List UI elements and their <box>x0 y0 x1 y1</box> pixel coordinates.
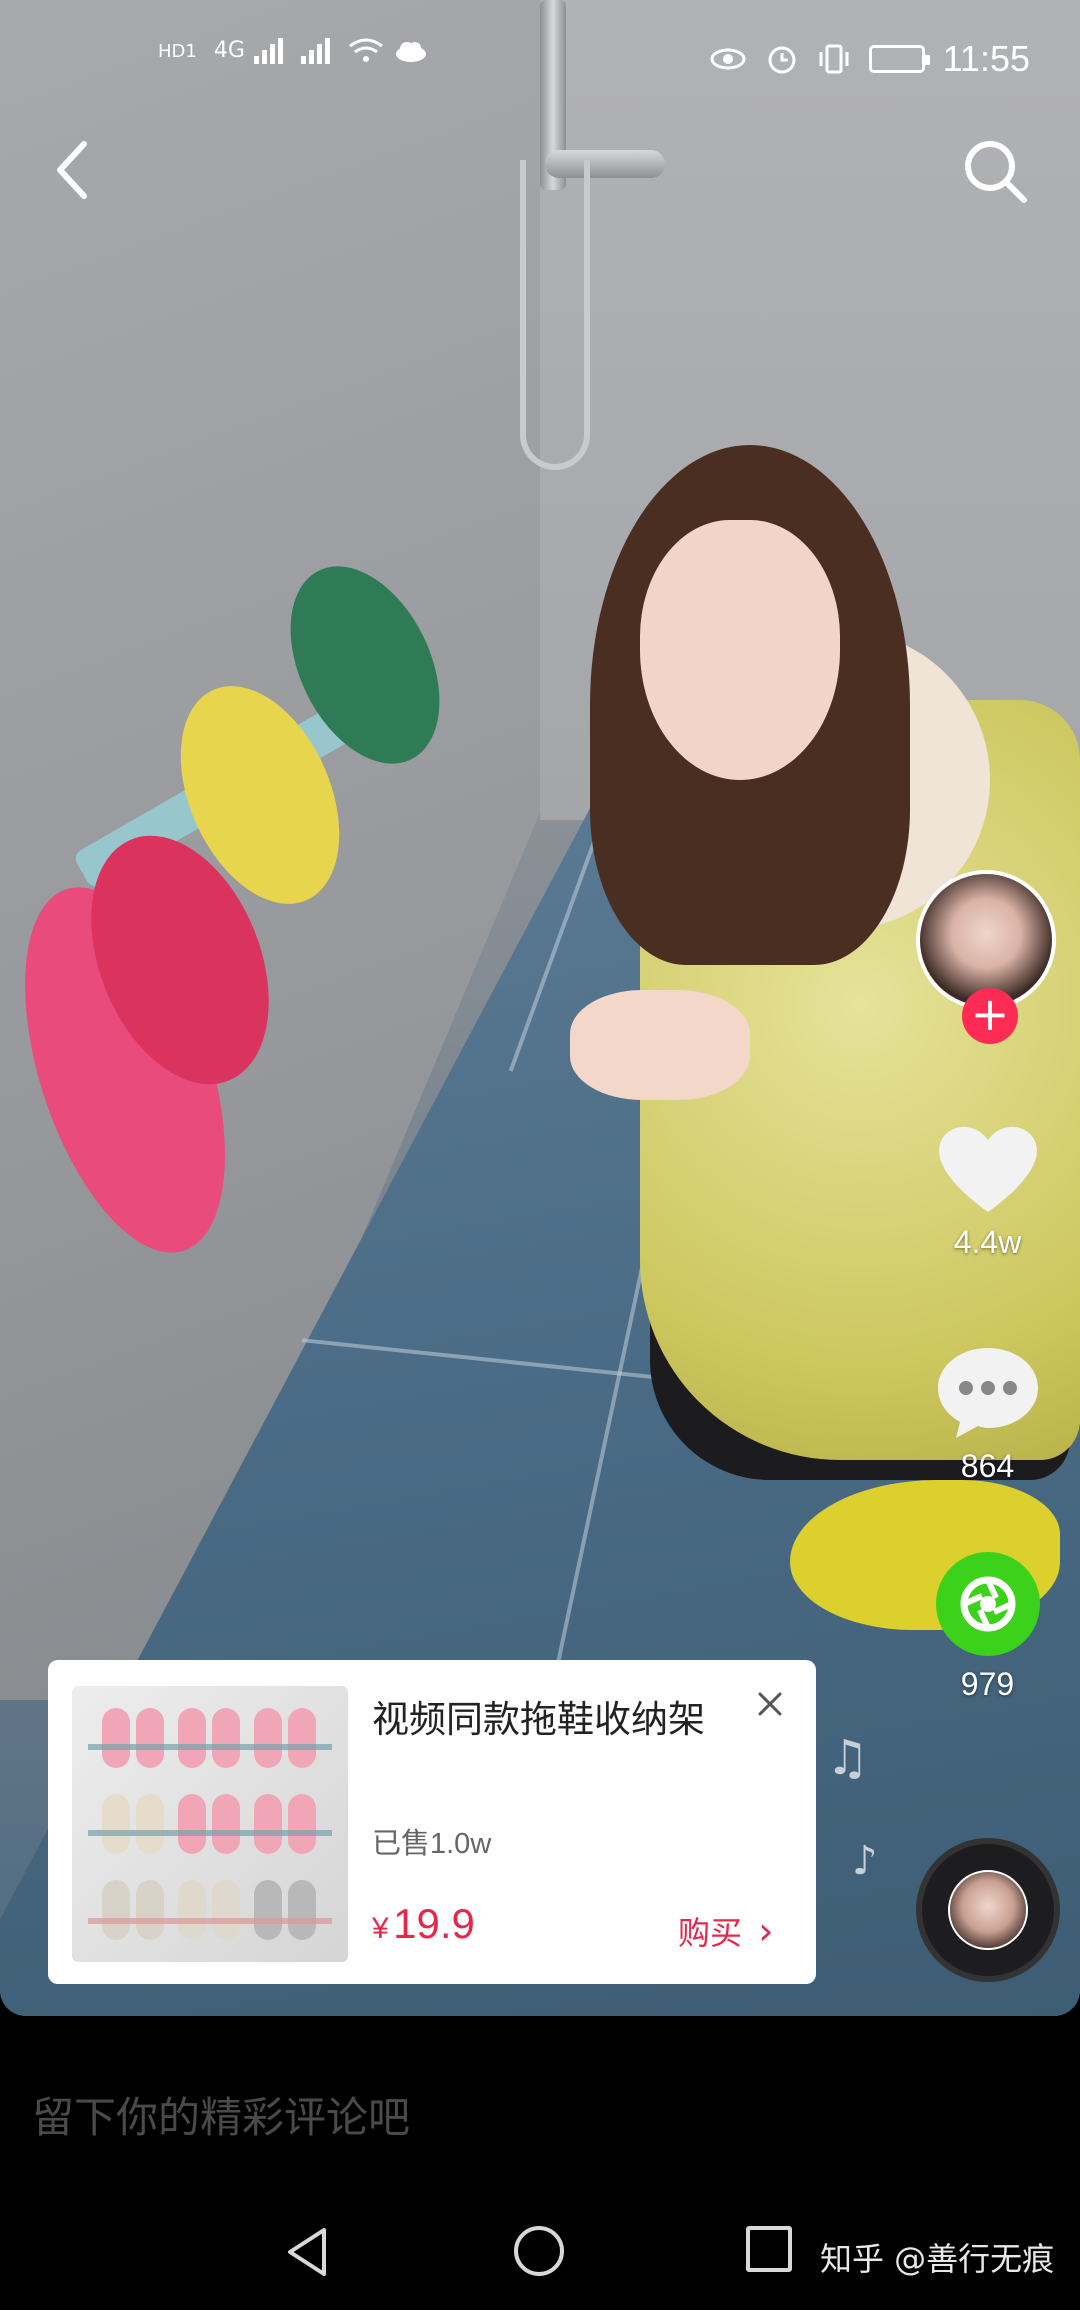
music-disc[interactable] <box>916 1838 1060 1982</box>
product-card[interactable]: 视频同款拖鞋收纳架 已售1.0w ¥ 19.9 购买 › <box>48 1660 816 1984</box>
person-hands <box>570 990 750 1100</box>
nav-recents-icon[interactable] <box>746 2226 792 2272</box>
network-label: 4G <box>213 38 245 63</box>
search-button[interactable] <box>956 132 1036 212</box>
product-title[interactable]: 视频同款拖鞋收纳架 <box>372 1696 732 1744</box>
close-card-button[interactable] <box>750 1684 790 1724</box>
music-note-icon-2: ♪ <box>852 1838 878 1884</box>
follow-button[interactable]: + <box>962 988 1018 1044</box>
close-icon <box>758 1692 782 1716</box>
system-status: 11:55 <box>709 38 1030 80</box>
vibrate-icon <box>819 44 849 74</box>
back-button[interactable] <box>44 130 104 210</box>
chevron-left-icon <box>57 141 87 199</box>
eye-icon <box>710 48 746 70</box>
clock-time: 11:55 <box>942 38 1030 79</box>
music-cover <box>948 1870 1028 1950</box>
signal-icon-2 <box>300 38 330 64</box>
shower-hose <box>520 160 590 470</box>
nav-back-icon[interactable] <box>282 2224 332 2280</box>
signal-icon <box>253 38 283 64</box>
alarm-icon <box>768 46 796 74</box>
cloud-icon <box>395 42 426 62</box>
search-icon <box>965 141 1027 203</box>
like-count: 4.4w <box>953 1224 1022 1260</box>
battery-icon <box>868 45 930 73</box>
sim1-label: HD1 <box>158 41 197 62</box>
price-value: 19.9 <box>393 1900 475 1947</box>
chevron-right-icon: › <box>758 1909 774 1953</box>
buy-button[interactable]: 购买 › <box>678 1908 773 1954</box>
share-count: 979 <box>960 1666 1015 1702</box>
like-button[interactable]: 4.4w <box>910 1120 1065 1261</box>
network-status: HD1 4G <box>158 36 429 66</box>
system-nav-bar: 知乎 @善行无痕 <box>0 2196 1080 2310</box>
comment-icon <box>937 1348 1038 1438</box>
buy-label: 购买 <box>678 1914 743 1952</box>
status-bar: HD1 4G 11:55 <box>0 0 1080 120</box>
product-price: ¥ 19.9 <box>372 1900 475 1948</box>
wifi-icon <box>349 38 383 62</box>
heart-icon <box>938 1126 1037 1212</box>
share-button[interactable]: 979 <box>910 1550 1065 1703</box>
product-image <box>72 1686 348 1962</box>
product-sold-count: 已售1.0w <box>372 1828 492 1860</box>
person-face <box>640 520 840 780</box>
comment-input[interactable]: 留下你的精彩评论吧 <box>32 2084 410 2145</box>
music-note-icon: ♫ <box>826 1730 870 1786</box>
nav-home-icon[interactable] <box>514 2226 564 2276</box>
comment-button[interactable]: 864 <box>910 1340 1065 1485</box>
comment-bar: 留下你的精彩评论吧 <box>0 2016 1080 2196</box>
watermark: 知乎 @善行无痕 <box>820 2240 1055 2278</box>
comment-count: 864 <box>960 1448 1015 1484</box>
price-currency: ¥ <box>372 1912 389 1945</box>
share-icon <box>935 1552 1040 1656</box>
